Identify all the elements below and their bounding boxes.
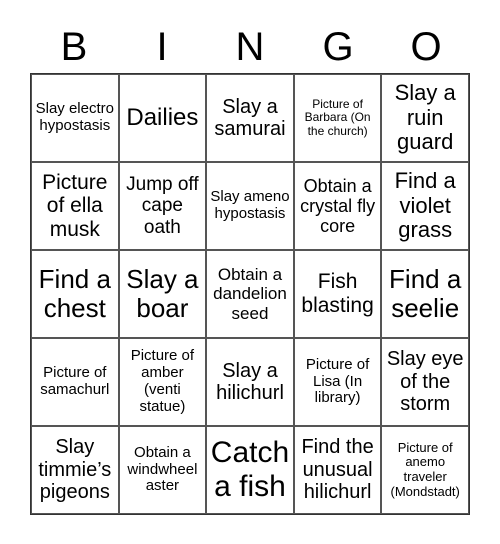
bingo-header: B I N G O xyxy=(30,22,470,72)
header-letter-o: O xyxy=(410,25,442,69)
bingo-cell[interactable]: Slay a ruin guard xyxy=(381,74,469,162)
bingo-cell[interactable]: Picture of anemo traveler (Mondstadt) xyxy=(381,426,469,514)
bingo-cell[interactable]: Obtain a crystal fly core xyxy=(293,162,382,250)
header-letter-g: G xyxy=(322,25,354,69)
bingo-cell[interactable]: Catch a fish xyxy=(206,426,294,514)
bingo-cell[interactable]: Fish blasting xyxy=(293,250,382,338)
bingo-cell[interactable]: Obtain a dandelion seed xyxy=(206,250,294,338)
bingo-cell[interactable]: Slay eye of the storm xyxy=(381,338,469,426)
bingo-cell[interactable]: Obtain a windwheel aster xyxy=(118,426,207,514)
bingo-cell[interactable]: Slay a samurai xyxy=(206,74,294,162)
header-letter-n: N xyxy=(235,25,265,69)
bingo-cell[interactable]: Slay ameno hypostasis xyxy=(206,162,294,250)
bingo-cell[interactable]: Slay a hilichurl xyxy=(206,338,294,426)
bingo-cell[interactable]: Slay electro hypostasis xyxy=(31,74,119,162)
bingo-cell[interactable]: Picture of Barbara (On the church) xyxy=(293,74,382,162)
bingo-cell[interactable]: Slay timmie’s pigeons xyxy=(31,426,119,514)
bingo-cell[interactable]: Picture of samachurl xyxy=(31,338,119,426)
bingo-cell[interactable]: Picture of ella musk xyxy=(31,162,119,250)
bingo-cell[interactable]: Slay a boar xyxy=(118,250,207,338)
header-letter-i: I xyxy=(156,25,168,69)
bingo-cell[interactable]: Picture of amber (venti statue) xyxy=(118,338,207,426)
bingo-cell[interactable]: Find a chest xyxy=(31,250,119,338)
bingo-grid: Slay electro hypostasis Dailies Slay a sam… xyxy=(30,73,470,515)
bingo-cell[interactable]: Jump off cape oath xyxy=(118,162,207,250)
bingo-cell[interactable]: Find the unusual hilichurl xyxy=(293,426,382,514)
bingo-cell[interactable]: Find a violet grass xyxy=(381,162,469,250)
bingo-cell[interactable]: Picture of Lisa (In library) xyxy=(293,338,382,426)
bingo-cell[interactable]: Find a seelie xyxy=(381,250,469,338)
header-letter-b: B xyxy=(60,25,88,69)
bingo-cell[interactable]: Dailies xyxy=(118,74,207,162)
